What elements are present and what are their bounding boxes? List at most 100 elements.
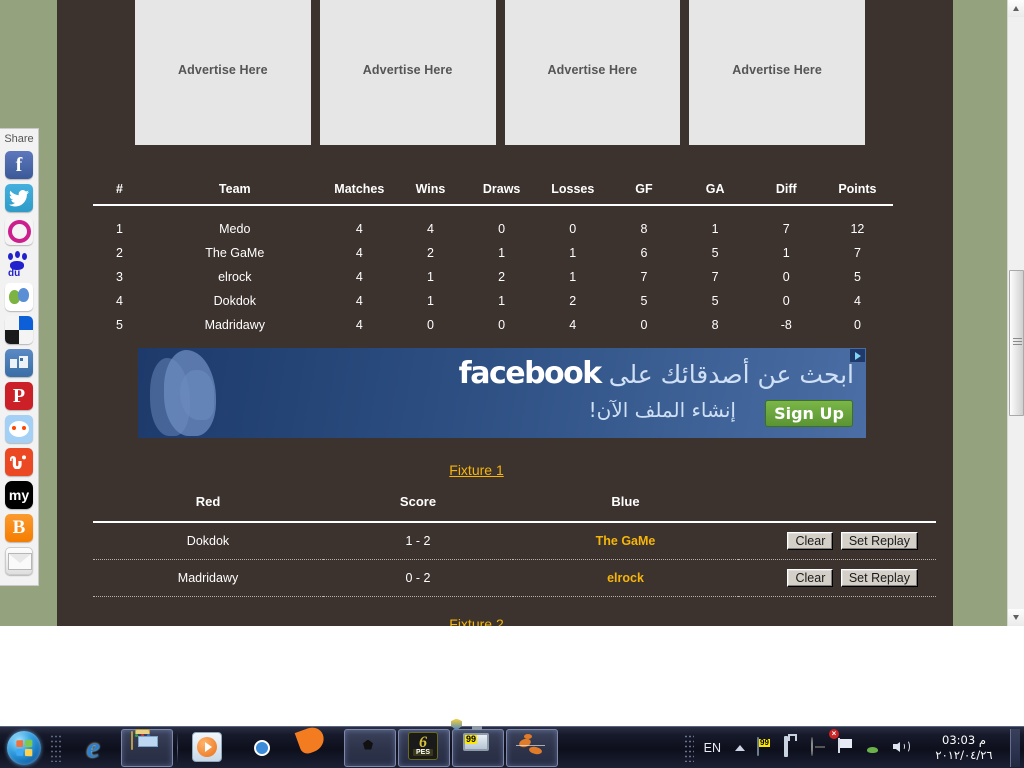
windows-live-share-icon[interactable] xyxy=(5,349,33,377)
adchoices-icon[interactable] xyxy=(850,349,865,362)
tray-network-icon[interactable] xyxy=(865,738,884,757)
fixture-header-actions xyxy=(738,494,936,523)
taskbar-clock[interactable]: 03:03 م ٢٠١٢/٠٤/٢٦ xyxy=(925,733,1003,763)
show-hidden-icons-arrow-icon[interactable] xyxy=(735,744,745,751)
fixture-blue-team: The GaMe xyxy=(513,522,738,560)
standings-table: # Team Matches Wins Draws Losses GF GA D… xyxy=(93,180,893,337)
taskbar-item-football-game[interactable] xyxy=(344,728,396,767)
scrollbar-grip-icon xyxy=(1013,338,1022,349)
set-replay-button[interactable]: Set Replay xyxy=(840,532,918,550)
pes-6-icon: 6 PES xyxy=(408,731,440,764)
standings-matches: 4 xyxy=(355,294,363,308)
tray-grip-handle[interactable] xyxy=(683,733,694,762)
table-row: 3 elrock 4 1 2 1 7 7 0 5 xyxy=(93,265,893,289)
fixture-red-team: Madridawy xyxy=(93,559,323,597)
taskbar-item-mozilla-firefox[interactable] xyxy=(290,729,342,767)
tray-action-center-flag-icon[interactable]: × xyxy=(829,729,857,757)
language-indicator[interactable]: EN xyxy=(704,741,721,755)
clear-button[interactable]: Clear xyxy=(787,569,834,587)
standings-wins: 2 xyxy=(426,246,434,260)
advertise-box-4[interactable]: Advertise Here xyxy=(689,0,865,145)
standings-losses: 2 xyxy=(569,294,577,308)
delicious-share-icon[interactable] xyxy=(5,316,33,344)
standings-rank: 4 xyxy=(115,294,123,308)
clear-button[interactable]: Clear xyxy=(787,532,834,550)
internet-explorer-icon: e xyxy=(86,730,100,764)
stumbleupon-share-icon[interactable] xyxy=(5,448,33,476)
standings-draws: 0 xyxy=(498,222,506,236)
taskbar-item-pes-6[interactable]: 6 PES xyxy=(398,728,450,767)
tray-volume-icon[interactable] xyxy=(892,738,911,757)
standings-header-matches: Matches xyxy=(323,180,395,206)
table-row: 5 Madridawy 4 0 0 4 0 8 -8 0 xyxy=(93,313,893,337)
show-desktop-button[interactable] xyxy=(1010,728,1020,767)
msn-messenger-share-icon[interactable] xyxy=(5,283,33,311)
standings-matches: 4 xyxy=(355,246,363,260)
standings-points: 12 xyxy=(850,222,865,236)
facebook-logo: facebook xyxy=(458,356,603,391)
blogger-share-icon[interactable]: B xyxy=(5,514,33,542)
standings-ga: 8 xyxy=(711,318,719,332)
standings-gf: 0 xyxy=(640,318,648,332)
fixture-1-link[interactable]: Fixture 1 xyxy=(449,462,503,478)
sign-up-button[interactable]: Sign Up xyxy=(765,400,853,427)
standings-gf: 7 xyxy=(640,270,648,284)
fixture-actions: Clear Set Replay xyxy=(738,559,936,597)
table-row: Madridawy 0 - 2 elrock Clear Set Replay xyxy=(93,559,936,597)
standings-ga: 7 xyxy=(711,270,719,284)
taskbar-item-windows-explorer[interactable] xyxy=(121,728,173,767)
advertise-box-label: Advertise Here xyxy=(178,63,268,77)
facebook-share-icon[interactable]: f xyxy=(5,151,33,179)
tray-display-icon[interactable] xyxy=(784,736,803,757)
advertise-box-3[interactable]: Advertise Here xyxy=(504,0,681,145)
desktop-area xyxy=(0,626,1024,726)
fixture-actions: Clear Set Replay xyxy=(738,522,936,560)
clock-date: ٢٠١٢/٠٤/٢٦ xyxy=(935,747,993,762)
facebook-ad-headline: ابحث عن أصدقائك على facebook xyxy=(459,356,854,391)
taskbar-grip-handle[interactable] xyxy=(50,733,62,762)
email-share-icon[interactable] xyxy=(5,547,33,575)
standings-losses: 1 xyxy=(569,270,577,284)
advertise-box-2[interactable]: Advertise Here xyxy=(319,0,496,145)
start-button[interactable] xyxy=(2,729,46,767)
scroll-down-arrow-icon[interactable] xyxy=(1008,609,1024,626)
taskbar-item-media-player[interactable] xyxy=(182,729,234,767)
standings-draws: 1 xyxy=(498,246,506,260)
baidu-share-icon[interactable]: du xyxy=(5,250,33,278)
page-scrollbar[interactable] xyxy=(1007,0,1024,626)
standings-draws: 0 xyxy=(498,318,506,332)
fixture-2-link[interactable]: Fixture 2 xyxy=(0,616,953,626)
share-sidebar: Share f du P my B xyxy=(0,128,39,586)
taskbar-separator xyxy=(177,732,178,763)
standings-diff: 1 xyxy=(782,246,790,260)
advertise-box-label: Advertise Here xyxy=(547,63,638,77)
standings-team: Dokdok xyxy=(213,294,256,308)
taskbar-item-google-chrome[interactable] xyxy=(236,729,288,767)
taskbar-item-network-globe[interactable] xyxy=(506,728,558,767)
set-replay-button[interactable]: Set Replay xyxy=(840,569,918,587)
standings-matches: 4 xyxy=(355,222,363,236)
standings-diff: -8 xyxy=(780,318,792,332)
standings-rank: 2 xyxy=(115,246,123,260)
pinterest-share-icon[interactable]: P xyxy=(5,382,33,410)
taskbar-item-system-monitor[interactable]: 99 xyxy=(451,718,504,767)
reddit-share-icon[interactable] xyxy=(5,415,33,443)
facebook-ad-banner[interactable]: ابحث عن أصدقائك على facebook إنشاء الملف… xyxy=(138,348,866,438)
tray-face-icon[interactable] xyxy=(811,737,830,757)
standings-diff: 7 xyxy=(782,222,790,236)
taskbar-item-internet-explorer[interactable]: e xyxy=(67,729,119,767)
fixture-score: 0 - 2 xyxy=(323,559,513,597)
scrollbar-thumb[interactable] xyxy=(1009,270,1024,416)
myspace-share-icon[interactable]: my xyxy=(5,481,33,509)
twitter-share-icon[interactable] xyxy=(5,184,33,212)
advertise-box-label: Advertise Here xyxy=(362,63,453,77)
standings-points: 7 xyxy=(853,246,861,260)
table-row: Dokdok 1 - 2 The GaMe Clear Set Replay xyxy=(93,522,936,560)
advertise-box-1[interactable]: Advertise Here xyxy=(135,0,311,145)
scroll-up-arrow-icon[interactable] xyxy=(1008,0,1024,17)
standings-header-rank: # xyxy=(93,180,146,206)
orkut-share-icon[interactable] xyxy=(5,217,33,245)
tray-monitor-99-icon[interactable]: 99 xyxy=(757,737,776,757)
standings-ga: 5 xyxy=(711,294,719,308)
facebook-ad-subline: إنشاء الملف الآن! xyxy=(588,398,736,422)
